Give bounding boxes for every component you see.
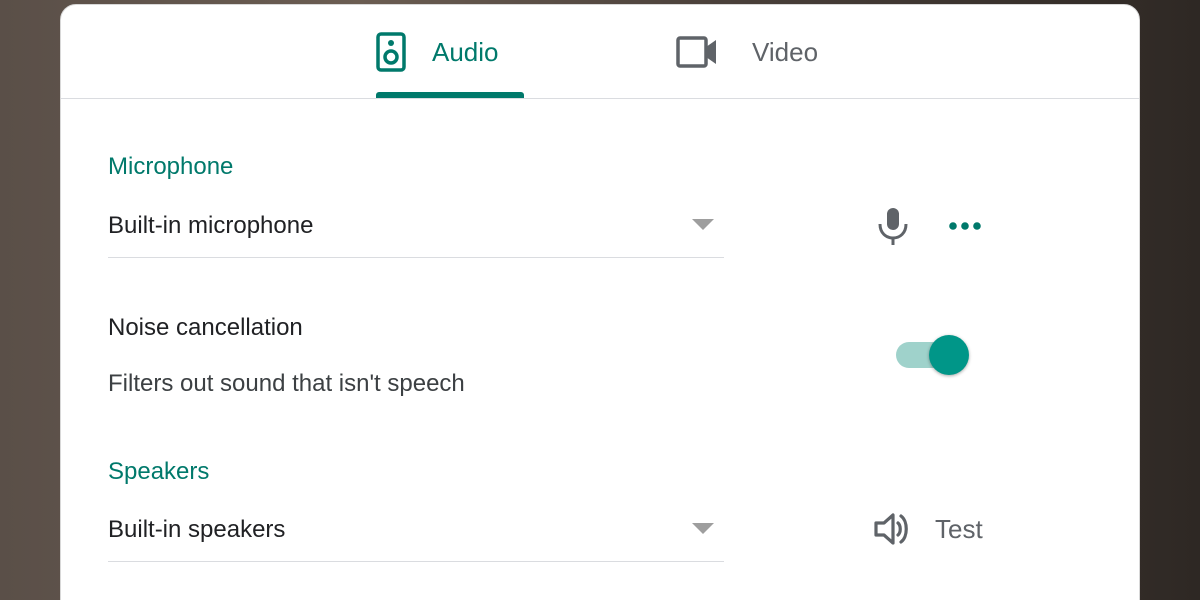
- speaker-device-icon: [376, 31, 406, 72]
- volume-icon: [873, 510, 913, 548]
- tab-audio[interactable]: Audio: [376, 5, 524, 98]
- speakers-select-value: Built-in speakers: [108, 516, 286, 543]
- microphone-select-value: Built-in microphone: [108, 212, 314, 239]
- noise-cancellation-toggle[interactable]: [896, 335, 972, 375]
- dropdown-arrow-icon: [692, 523, 714, 534]
- microphone-select[interactable]: Built-in microphone: [108, 206, 724, 258]
- microphone-section-title: Microphone: [108, 153, 234, 180]
- tab-video-label: Video: [752, 36, 819, 67]
- dropdown-arrow-icon: [692, 219, 714, 230]
- video-camera-icon: [676, 35, 718, 68]
- speakers-section-title: Speakers: [108, 458, 210, 485]
- more-options-icon[interactable]: [943, 204, 987, 248]
- noise-cancellation-description: Filters out sound that isn't speech: [108, 370, 465, 397]
- toggle-thumb: [929, 335, 969, 375]
- active-tab-indicator: [376, 92, 524, 98]
- tab-bar: Audio Video: [61, 5, 1139, 99]
- test-speakers-label: Test: [935, 514, 983, 544]
- tab-audio-label: Audio: [432, 36, 499, 67]
- settings-dialog: Audio Video Microphone Built-in micropho…: [60, 4, 1140, 600]
- mic-icon[interactable]: [871, 204, 915, 248]
- speakers-select[interactable]: Built-in speakers: [108, 510, 724, 562]
- test-speakers-button[interactable]: Test: [873, 509, 983, 549]
- noise-cancellation-title: Noise cancellation: [108, 314, 303, 341]
- tab-video[interactable]: Video: [676, 5, 846, 98]
